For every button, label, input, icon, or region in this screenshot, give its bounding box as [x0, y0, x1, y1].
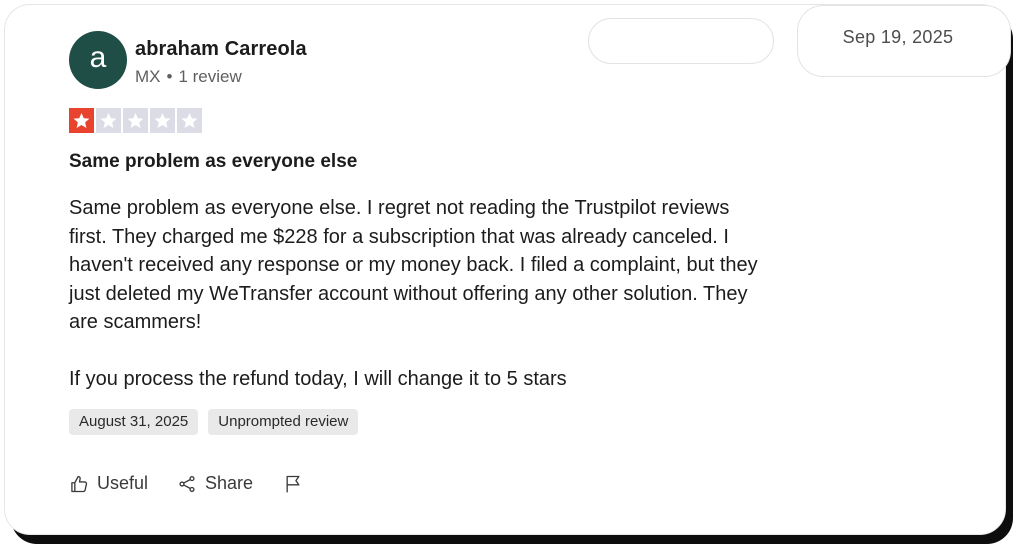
experience-date-tag: August 31, 2025 [69, 409, 199, 435]
star-3-icon [123, 108, 148, 133]
avatar-letter: a [89, 41, 107, 74]
share-button[interactable]: Share [177, 473, 253, 494]
reviewer-name[interactable]: abraham Carreola [135, 38, 307, 61]
star-rating [69, 108, 202, 133]
review-date-pill: Sep 19, 2025 [797, 5, 1011, 77]
flag-icon [286, 475, 300, 492]
share-icon [179, 475, 195, 492]
avatar: a [69, 31, 127, 89]
unprompted-review-tag[interactable]: Unprompted review [208, 409, 359, 435]
report-flag-button[interactable] [283, 474, 303, 494]
reviewer-review-count: 1 review [178, 67, 242, 86]
review-date: Sep 19, 2025 [842, 26, 954, 47]
review-title[interactable]: Same problem as everyone else [69, 151, 357, 173]
share-label: Share [205, 473, 254, 493]
review-body: Same problem as everyone else. I regret … [69, 194, 769, 394]
reviewer-meta: MX • 1 review [135, 67, 242, 87]
useful-button[interactable]: Useful [69, 473, 148, 494]
review-body-paragraph: If you process the refund today, I will … [69, 368, 567, 390]
meta-separator: • [166, 67, 173, 86]
thumbs-up-icon [71, 475, 88, 492]
useful-label: Useful [97, 473, 149, 493]
review-tags: August 31, 2025 Unprompted review [69, 409, 359, 435]
review-body-paragraph: Same problem as everyone else. I regret … [69, 197, 758, 333]
header-empty-pill [588, 18, 774, 64]
reviewer-country: MX [135, 67, 161, 86]
star-1-icon [69, 108, 94, 133]
review-actions: Useful Share [69, 473, 303, 494]
star-5-icon [177, 108, 202, 133]
review-card: a abraham Carreola MX • 1 review Sep 19,… [4, 4, 1011, 535]
star-4-icon [150, 108, 175, 133]
star-2-icon [96, 108, 121, 133]
